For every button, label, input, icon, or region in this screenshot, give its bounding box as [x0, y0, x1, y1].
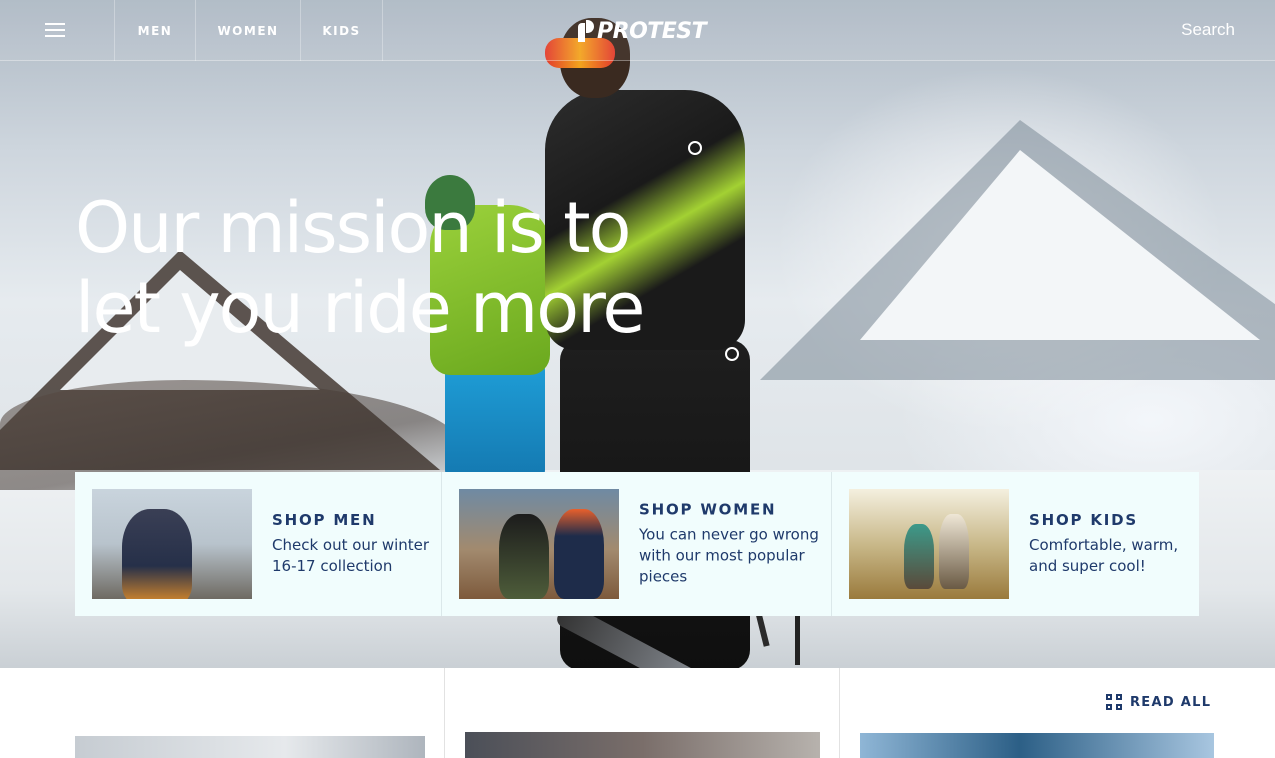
shop-men-card[interactable]: SHOP MEN Check out our winter 16-17 coll… [75, 472, 442, 616]
shop-kids-title: SHOP KIDS [1029, 511, 1138, 529]
hero-headline-line-2: let you ride more [75, 267, 645, 349]
hero-headline-line-1: Our mission is to [75, 187, 631, 269]
search-link[interactable]: Search [1181, 20, 1235, 40]
hotspot-marker[interactable] [725, 347, 739, 361]
ski-pole-tip [795, 615, 800, 665]
read-all-link[interactable]: READ ALL [1106, 694, 1211, 710]
shop-categories: SHOP MEN Check out our winter 16-17 coll… [75, 472, 1199, 616]
nav-item-women[interactable]: WOMEN [196, 0, 301, 61]
nav-item-men[interactable]: MEN [115, 0, 196, 61]
shop-kids-image [849, 489, 1009, 599]
menu-button[interactable] [0, 0, 115, 61]
skier-back-legs [445, 360, 545, 480]
hotspot-marker[interactable] [688, 141, 702, 155]
column-divider [839, 668, 840, 758]
article-image[interactable] [860, 733, 1214, 758]
shop-kids-card[interactable]: SHOP KIDS Comfortable, warm, and super c… [832, 472, 1199, 616]
shop-women-card[interactable]: SHOP WOMEN You can never go wrong with o… [442, 472, 832, 616]
article-image[interactable] [75, 736, 425, 758]
article-image[interactable] [465, 732, 820, 758]
shop-men-title: SHOP MEN [272, 511, 377, 529]
hamburger-menu-icon [45, 23, 65, 37]
mountain-right-snow [860, 150, 1260, 340]
shop-men-image [92, 489, 252, 599]
column-divider [444, 668, 445, 758]
nav-item-kids[interactable]: KIDS [301, 0, 383, 61]
shop-women-description: You can never go wrong with our most pop… [639, 525, 819, 586]
articles-section: READ ALL [0, 668, 1275, 758]
site-header: MEN WOMEN KIDS PROTEST Search [0, 0, 1275, 61]
shop-men-description: Check out our winter 16-17 collection [272, 536, 430, 575]
hero-headline: Our mission is to let you ride more [75, 188, 715, 348]
protest-logo[interactable]: PROTEST [578, 18, 707, 44]
logo-wordmark: PROTEST [597, 18, 707, 44]
shop-women-title: SHOP WOMEN [639, 500, 777, 519]
protest-logo-icon [578, 20, 594, 42]
shop-kids-description: Comfortable, warm, and super cool! [1029, 536, 1179, 575]
shop-women-image [459, 489, 619, 599]
read-all-label: READ ALL [1130, 694, 1212, 710]
grid-icon [1106, 694, 1122, 710]
